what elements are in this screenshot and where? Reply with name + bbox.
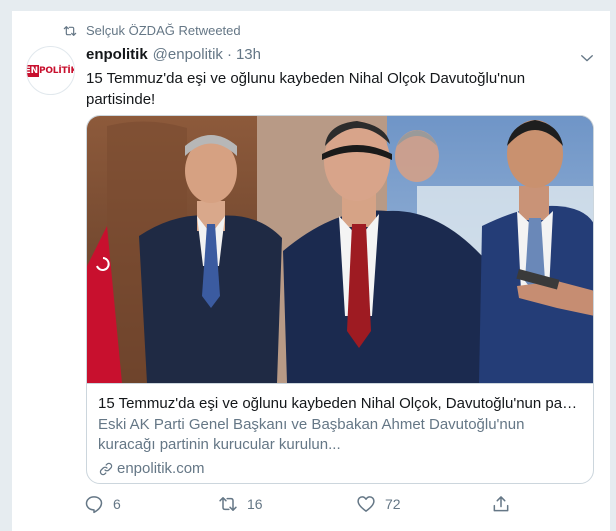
tweet-timestamp[interactable]: 13h [236, 46, 261, 63]
avatar[interactable]: ENPOLİTİK [26, 46, 75, 95]
retweet-icon [63, 26, 77, 36]
reply-count: 6 [113, 496, 121, 512]
card-domain-text: enpolitik.com [117, 460, 205, 477]
retweet-icon [219, 497, 237, 511]
card-body[interactable]: 15 Temmuz'da eşi ve oğlunu kaybeden Niha… [87, 383, 593, 477]
card-image[interactable] [87, 116, 594, 383]
author-handle[interactable]: @enpolitik [153, 46, 223, 63]
heart-icon [357, 496, 375, 512]
author-name[interactable]: enpolitik [86, 46, 148, 63]
share-button[interactable] [491, 492, 520, 516]
chevron-down-icon[interactable] [578, 49, 596, 67]
tweet-text: 15 Temmuz'da eşi ve oğlunu kaybeden Niha… [86, 70, 526, 108]
card-title[interactable]: 15 Temmuz'da eşi ve oğlunu kaybeden Niha… [98, 394, 582, 414]
link-icon [99, 462, 113, 475]
link-card[interactable]: 15 Temmuz'da eşi ve oğlunu kaybeden Niha… [86, 115, 594, 484]
tweet-actions: 6 16 72 [12, 492, 610, 516]
like-button[interactable]: 72 [356, 492, 401, 516]
separator-dot: · [226, 46, 232, 63]
tweet-header: enpolitik @enpolitik · 13h [86, 46, 261, 67]
card-description: Eski AK Parti Genel Başkanı ve Başbakan … [98, 416, 525, 453]
retweet-context: Selçuk ÖZDAĞ Retweeted [12, 22, 610, 40]
retweet-context-text[interactable]: Selçuk ÖZDAĞ Retweeted [86, 23, 241, 38]
avatar-logo: ENPOLİTİK [27, 64, 74, 77]
retweet-count: 16 [247, 496, 263, 512]
reply-button[interactable]: 6 [84, 492, 121, 516]
card-domain[interactable]: enpolitik.com [98, 460, 205, 477]
retweet-button[interactable]: 16 [218, 492, 263, 516]
tweet[interactable]: Selçuk ÖZDAĞ Retweeted ENPOLİTİK enpolit… [11, 10, 611, 531]
like-count: 72 [385, 496, 401, 512]
share-icon [493, 496, 509, 512]
reply-icon [85, 496, 103, 514]
